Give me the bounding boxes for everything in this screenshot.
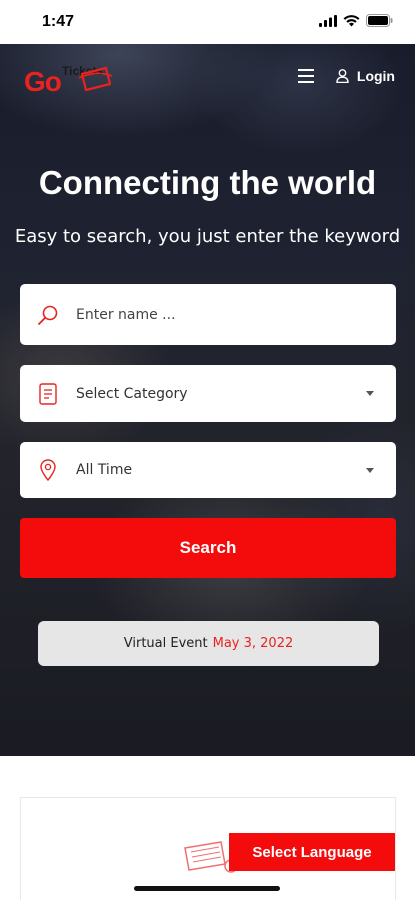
- event-label: Virtual Event: [123, 636, 208, 651]
- logo-ticket-icon: [78, 66, 113, 92]
- document-icon: [20, 382, 76, 405]
- chevron-down-icon: [366, 391, 374, 396]
- name-search-input[interactable]: [76, 306, 396, 323]
- search-button[interactable]: Search: [20, 518, 396, 578]
- logo[interactable]: Go Tickets: [24, 62, 124, 102]
- login-label: Login: [356, 68, 395, 84]
- wifi-icon: [343, 14, 360, 26]
- search-icon: [20, 304, 76, 326]
- location-pin-icon: [20, 459, 76, 481]
- hero-subtitle: Easy to search, you just enter the keywo…: [14, 226, 401, 247]
- logo-go-text: Go: [24, 66, 62, 97]
- category-select[interactable]: Select Category: [20, 365, 396, 422]
- category-select-value: Select Category: [76, 385, 188, 402]
- status-icons: [319, 14, 393, 27]
- chevron-down-icon: [366, 467, 374, 473]
- status-bar: 1:47: [0, 0, 415, 44]
- event-date: May 3, 2022: [212, 636, 294, 651]
- login-button[interactable]: Login: [336, 68, 395, 84]
- time-select-value: All Time: [76, 462, 133, 478]
- status-time: 1:47: [42, 13, 75, 30]
- user-icon: [336, 69, 349, 83]
- event-pill[interactable]: Virtual Event May 3, 2022: [38, 621, 379, 666]
- signal-icon: [319, 14, 337, 27]
- name-search-field[interactable]: [20, 284, 396, 345]
- menu-icon[interactable]: [297, 69, 314, 83]
- select-language-button[interactable]: Select Language: [229, 833, 395, 871]
- time-select[interactable]: All Time: [20, 442, 396, 498]
- hero-section: Go Tickets Login Connecting the world Ea…: [0, 44, 415, 756]
- hero-title: Connecting the world: [38, 164, 377, 201]
- home-indicator: [134, 886, 280, 891]
- top-nav: Login: [297, 68, 395, 84]
- battery-icon: [366, 14, 393, 27]
